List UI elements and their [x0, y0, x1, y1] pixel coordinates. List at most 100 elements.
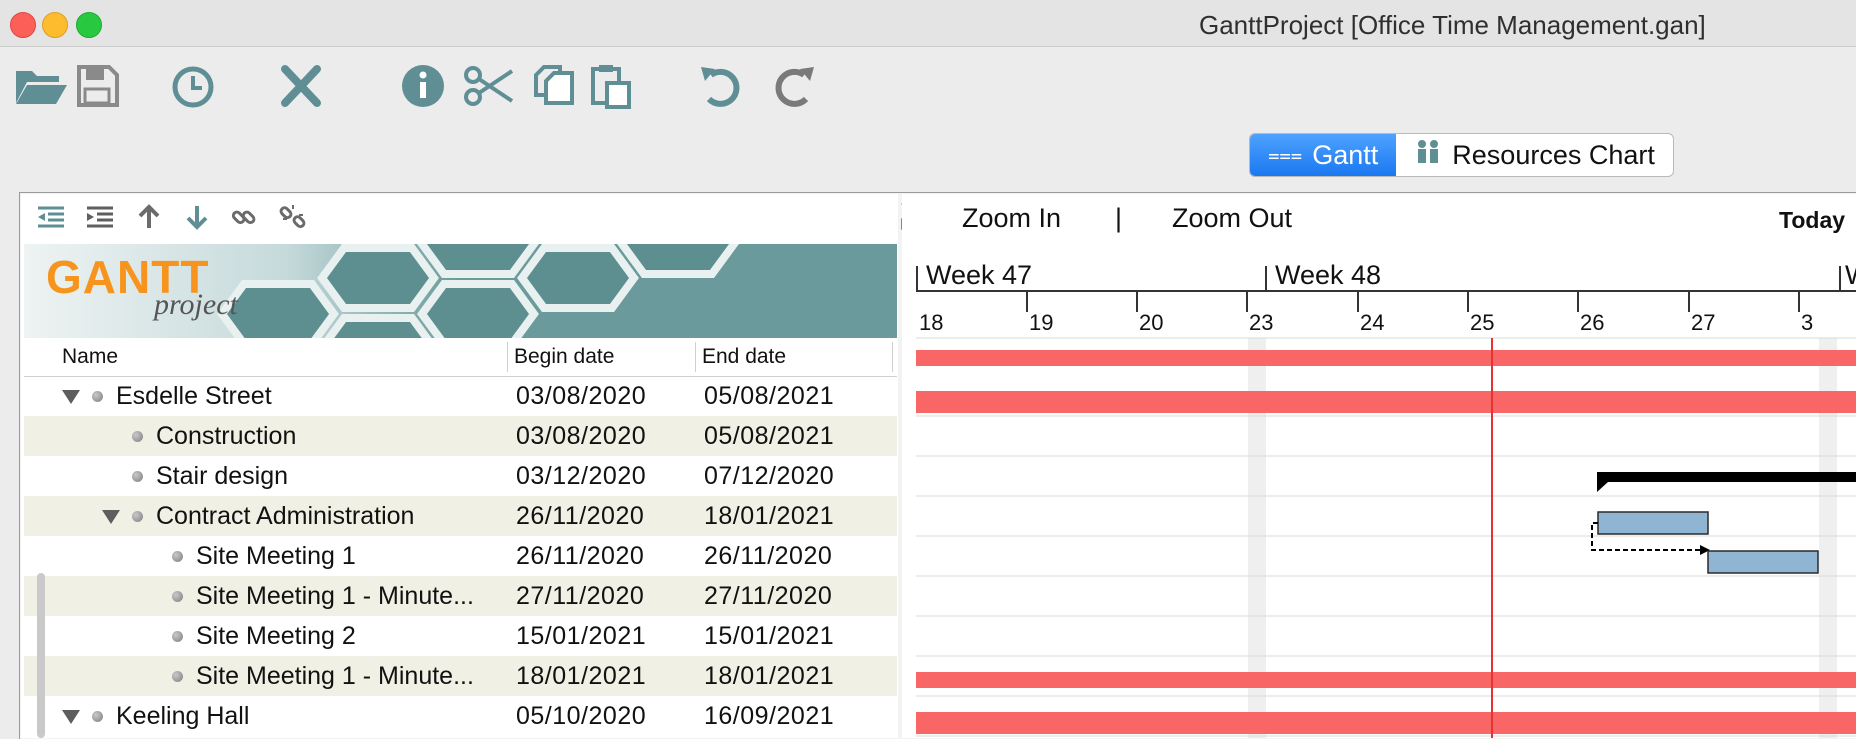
- tab-gantt[interactable]: ⩶ Gantt: [1250, 134, 1397, 176]
- ganttproject-logo-subtitle: project: [154, 288, 238, 321]
- paste-icon[interactable]: [582, 60, 640, 112]
- task-end-date: 15/01/2021: [704, 622, 835, 650]
- task-end-date: 05/08/2021: [704, 422, 835, 450]
- table-row[interactable]: Stair design 03/12/2020 07/12/2020: [24, 456, 897, 496]
- task-bar-site-meeting-1-minutes: [1707, 550, 1819, 574]
- summary-bar-contract-administration: [1597, 472, 1856, 492]
- day-label: 25: [1470, 310, 1494, 335]
- task-name: Site Meeting 1 - Minute...: [196, 582, 474, 610]
- week-label: Week 47: [926, 260, 1032, 290]
- outdent-icon[interactable]: [31, 202, 71, 232]
- table-row[interactable]: Keeling Hall 05/10/2020 16/09/2021: [24, 696, 897, 736]
- task-name: Keeling Hall: [116, 702, 250, 730]
- task-table: Esdelle Street 03/08/2020 05/08/2021 Constr…: [24, 376, 897, 738]
- task-name: Contract Administration: [156, 502, 415, 530]
- table-row[interactable]: Construction 03/08/2020 05/08/2021: [24, 416, 897, 456]
- task-end-date: 18/01/2021: [704, 502, 835, 530]
- task-bullet-icon: [172, 591, 183, 602]
- undo-icon[interactable]: [694, 60, 752, 112]
- tab-gantt-label: Gantt: [1312, 139, 1379, 170]
- task-begin-date: 18/01/2021: [516, 662, 647, 690]
- move-down-icon[interactable]: [177, 202, 217, 232]
- task-bullet-icon: [172, 551, 183, 562]
- task-end-date: 05/08/2021: [704, 382, 835, 410]
- expand-toggle-icon[interactable]: [102, 510, 120, 524]
- task-begin-date: 05/10/2020: [516, 702, 647, 730]
- zoom-separator: |: [1115, 203, 1123, 233]
- task-bullet-icon: [132, 511, 143, 522]
- summary-bar: [916, 672, 1856, 688]
- table-row[interactable]: Site Meeting 1 - Minute... 18/01/2021 18/0…: [24, 656, 897, 696]
- summary-bar: [916, 350, 1856, 366]
- close-window-button[interactable]: [10, 12, 36, 38]
- week-label: W: [1845, 260, 1856, 290]
- task-bullet-icon: [132, 431, 143, 442]
- task-bullet-icon: [172, 631, 183, 642]
- day-label: 27: [1691, 310, 1715, 335]
- tree-scrollbar[interactable]: [37, 573, 45, 738]
- week-label: Week 48: [1275, 260, 1381, 290]
- table-row[interactable]: Site Meeting 1 26/11/2020 26/11/2020: [24, 536, 897, 576]
- gantt-chart-canvas[interactable]: Week 47 Week 48 W 18 19 20 23 24 25 26 27 3: [902, 194, 1856, 738]
- table-header: Name Begin date End date: [24, 338, 897, 377]
- today-button[interactable]: Today: [1779, 207, 1845, 234]
- task-bar-site-meeting-1: [1597, 511, 1709, 535]
- minimize-window-button[interactable]: [42, 12, 68, 38]
- zoom-in-button[interactable]: Zoom In: [962, 203, 1061, 234]
- day-label: 3: [1801, 310, 1813, 335]
- task-begin-date: 27/11/2020: [516, 582, 645, 610]
- redo-icon[interactable]: [763, 60, 821, 112]
- task-end-date: 07/12/2020: [704, 462, 835, 490]
- day-label: 18: [919, 310, 943, 335]
- table-row[interactable]: Contract Administration 26/11/2020 18/01/2…: [24, 496, 897, 536]
- task-begin-date: 26/11/2020: [516, 542, 645, 570]
- open-icon[interactable]: [12, 60, 70, 112]
- zoom-out-button[interactable]: Zoom Out: [1172, 203, 1292, 234]
- expand-toggle-icon[interactable]: [62, 390, 80, 404]
- task-end-date: 27/11/2020: [704, 582, 833, 610]
- zoom-window-button[interactable]: [76, 12, 102, 38]
- people-icon: [1414, 138, 1442, 173]
- delete-icon[interactable]: [272, 60, 330, 112]
- task-name: Construction: [156, 422, 297, 450]
- link-icon[interactable]: [224, 202, 264, 232]
- day-label: 26: [1580, 310, 1604, 335]
- task-begin-date: 15/01/2021: [516, 622, 647, 650]
- info-icon[interactable]: [394, 60, 452, 112]
- day-label: 24: [1360, 310, 1384, 335]
- view-tabs: ⩶ Gantt Resources Chart: [1249, 133, 1674, 177]
- task-begin-date: 03/12/2020: [516, 462, 647, 490]
- tab-resources-chart[interactable]: Resources Chart: [1396, 134, 1673, 176]
- expand-toggle-icon[interactable]: [62, 710, 80, 724]
- task-bullet-icon: [92, 391, 103, 402]
- cut-icon[interactable]: [459, 60, 517, 112]
- task-bullet-icon: [92, 711, 103, 722]
- task-name: Site Meeting 1 - Minute...: [196, 662, 474, 690]
- history-icon[interactable]: [164, 60, 222, 112]
- move-up-icon[interactable]: [129, 202, 169, 232]
- summary-bar-esdelle-street: [916, 391, 1856, 413]
- task-name: Site Meeting 1: [196, 542, 356, 570]
- day-label: 19: [1029, 310, 1053, 335]
- table-row[interactable]: Site Meeting 1 - Minute... 27/11/2020 27/1…: [24, 576, 897, 616]
- indent-icon[interactable]: [80, 202, 120, 232]
- task-begin-date: 03/08/2020: [516, 382, 647, 410]
- day-label: 20: [1139, 310, 1163, 335]
- task-name: Site Meeting 2: [196, 622, 356, 650]
- copy-icon[interactable]: [523, 60, 581, 112]
- task-bullet-icon: [172, 671, 183, 682]
- column-header-begin-date[interactable]: Begin date: [514, 345, 614, 369]
- table-row[interactable]: Site Meeting 2 15/01/2021 15/01/2021: [24, 616, 897, 656]
- column-header-end-date[interactable]: End date: [702, 345, 786, 369]
- save-icon[interactable]: [68, 60, 126, 112]
- unlink-icon[interactable]: [273, 202, 313, 232]
- task-bullet-icon: [132, 471, 143, 482]
- task-begin-date: 26/11/2020: [516, 502, 645, 530]
- column-header-name[interactable]: Name: [62, 345, 118, 369]
- title-bar: GanttProject [Office Time Management.gan…: [0, 0, 1856, 47]
- table-row[interactable]: Esdelle Street 03/08/2020 05/08/2021: [24, 376, 897, 416]
- day-label: 23: [1249, 310, 1273, 335]
- gantt-chart: Week 47 Week 48 W 18 19 20 23 24 25 26 27 3: [902, 194, 1856, 738]
- task-end-date: 16/09/2021: [704, 702, 835, 730]
- summary-bar-keeling-hall: [916, 712, 1856, 734]
